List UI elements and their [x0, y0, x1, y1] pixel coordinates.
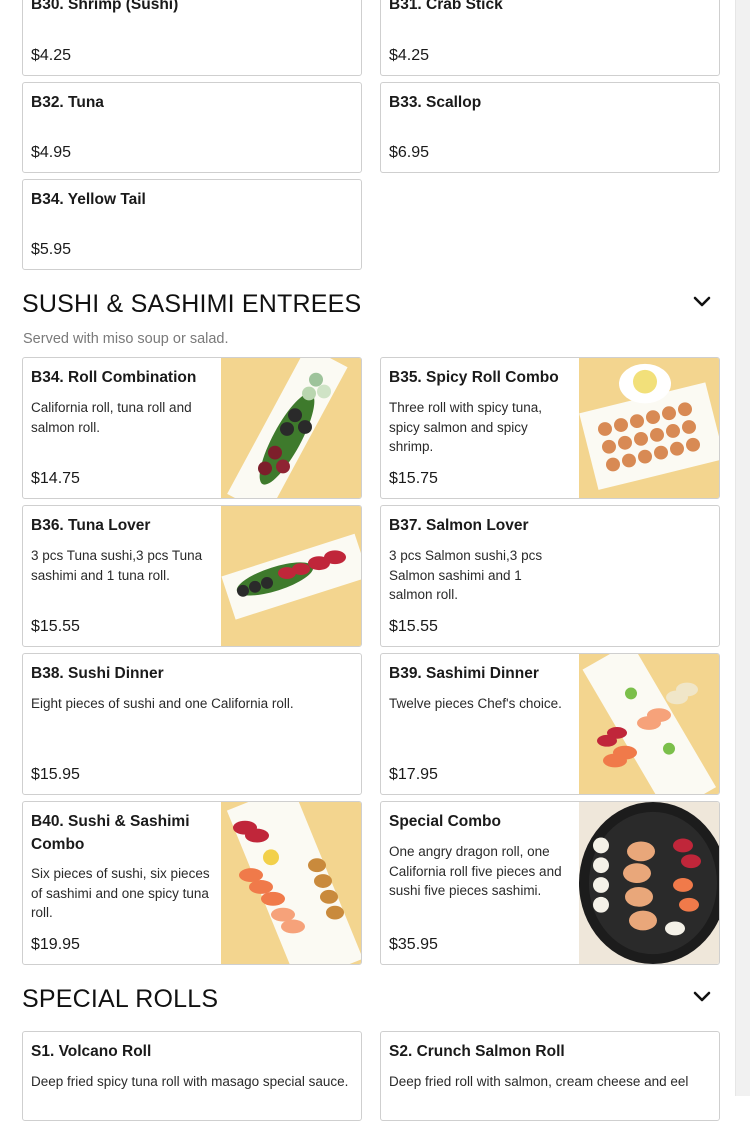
chevron-down-icon[interactable] — [692, 295, 712, 309]
menu-item-card[interactable]: B30. Shrimp (Sushi) $4.25 — [22, 0, 362, 76]
item-description: California roll, tuna roll and salmon ro… — [31, 400, 192, 435]
item-price: $17.95 — [389, 766, 438, 783]
item-description: Deep fried spicy tuna roll with masago s… — [31, 1074, 349, 1089]
item-name: B32. Tuna — [31, 94, 104, 111]
item-name: B34. Yellow Tail — [31, 191, 146, 208]
item-price: $4.95 — [31, 144, 72, 161]
item-description: Eight pieces of sushi and one California… — [31, 696, 294, 711]
item-price: $15.55 — [389, 618, 438, 635]
item-price: $14.75 — [31, 470, 80, 487]
item-photo — [221, 358, 361, 498]
menu-item-card[interactable]: S1. Volcano Roll Deep fried spicy tuna r… — [22, 1031, 362, 1121]
menu-item-card[interactable]: B40. Sushi & Sashimi Combo Six pieces of… — [22, 801, 362, 965]
item-photo — [221, 802, 361, 964]
menu-item-card[interactable]: B33. Scallop $6.95 — [380, 82, 720, 173]
item-description: Twelve pieces Chef's choice. — [389, 696, 562, 711]
item-photo — [221, 506, 361, 646]
item-price: $6.95 — [389, 144, 430, 161]
item-price: $4.25 — [31, 47, 72, 64]
item-price: $35.95 — [389, 936, 438, 953]
chevron-down-icon[interactable] — [692, 990, 712, 1004]
item-price: $15.75 — [389, 470, 438, 487]
item-name: Special Combo — [389, 813, 501, 830]
menu-item-card[interactable]: B34. Roll Combination California roll, t… — [22, 357, 362, 499]
menu-item-card[interactable]: B31. Crab Stick $4.25 — [380, 0, 720, 76]
item-price: $4.25 — [389, 47, 430, 64]
item-name: B34. Roll Combination — [31, 369, 197, 386]
item-name: B30. Shrimp (Sushi) — [31, 0, 179, 13]
menu-item-card[interactable]: B34. Yellow Tail $5.95 — [22, 179, 362, 270]
section-title: SUSHI & SASHIMI ENTREES — [22, 290, 362, 318]
item-name: B37. Salmon Lover — [389, 517, 529, 534]
menu-item-card[interactable]: B37. Salmon Lover 3 pcs Salmon sushi,3 p… — [380, 505, 720, 647]
item-description: 3 pcs Salmon sushi,3 pcs Salmon sashimi … — [389, 548, 543, 602]
item-name: B36. Tuna Lover — [31, 517, 151, 534]
item-price: $19.95 — [31, 936, 80, 953]
section-subtitle: Served with miso soup or salad. — [23, 331, 229, 347]
item-price: $15.55 — [31, 618, 80, 635]
menu-item-card[interactable]: B36. Tuna Lover 3 pcs Tuna sushi,3 pcs T… — [22, 505, 362, 647]
item-name: B35. Spicy Roll Combo — [389, 369, 559, 386]
item-name: B38. Sushi Dinner — [31, 665, 164, 682]
menu-item-card[interactable]: B32. Tuna $4.95 — [22, 82, 362, 173]
item-name: B40. Sushi & Sashimi Combo — [31, 813, 190, 853]
item-description: One angry dragon roll, one California ro… — [389, 844, 562, 898]
item-description: Three roll with spicy tuna, spicy salmon… — [389, 400, 543, 454]
item-price: $15.95 — [31, 766, 80, 783]
page-scrollbar[interactable] — [735, 0, 750, 1096]
menu-item-card[interactable]: B35. Spicy Roll Combo Three roll with sp… — [380, 357, 720, 499]
item-description: Six pieces of sushi, six pieces of sashi… — [31, 866, 210, 920]
menu-item-card[interactable]: B38. Sushi Dinner Eight pieces of sushi … — [22, 653, 362, 795]
item-price: $5.95 — [31, 241, 72, 258]
item-name: S1. Volcano Roll — [31, 1043, 152, 1060]
item-name: B33. Scallop — [389, 94, 482, 111]
item-photo — [579, 654, 719, 794]
item-description: 3 pcs Tuna sushi,3 pcs Tuna sashimi and … — [31, 548, 203, 583]
item-photo — [579, 358, 719, 498]
item-description: Deep fried roll with salmon, cream chees… — [389, 1074, 689, 1089]
section-title: SPECIAL ROLLS — [22, 985, 219, 1013]
menu-item-card[interactable]: Special Combo One angry dragon roll, one… — [380, 801, 720, 965]
menu-item-card[interactable]: S2. Crunch Salmon Roll Deep fried roll w… — [380, 1031, 720, 1121]
menu-item-card[interactable]: B39. Sashimi Dinner Twelve pieces Chef's… — [380, 653, 720, 795]
item-photo — [579, 802, 719, 964]
item-name: S2. Crunch Salmon Roll — [389, 1043, 565, 1060]
item-name: B39. Sashimi Dinner — [389, 665, 539, 682]
item-name: B31. Crab Stick — [389, 0, 503, 13]
